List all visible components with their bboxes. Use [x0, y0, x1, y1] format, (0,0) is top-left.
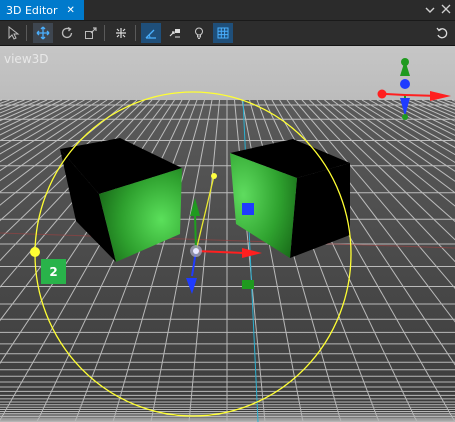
close-icon[interactable]	[441, 4, 451, 17]
focus-cross-icon[interactable]	[111, 23, 131, 43]
undo-icon[interactable]	[432, 23, 452, 43]
window-controls	[425, 0, 451, 20]
select-arrow-icon[interactable]	[3, 23, 23, 43]
selection-count-badge: 2	[41, 259, 66, 284]
scale-icon[interactable]	[81, 23, 101, 43]
grid-icon[interactable]	[213, 23, 233, 43]
sky-background	[0, 46, 455, 100]
viewport-toolbar	[0, 21, 455, 46]
viewport-3d[interactable]: view3D 2	[0, 46, 455, 422]
scene-canvas	[0, 46, 455, 422]
move-to-camera-icon[interactable]	[165, 23, 185, 43]
toolbar-separator	[104, 25, 105, 41]
move-arrows-icon[interactable]	[33, 23, 53, 43]
title-bar: 3D Editor ✕	[0, 0, 455, 21]
rotate-icon[interactable]	[57, 23, 77, 43]
close-icon[interactable]: ✕	[67, 5, 75, 16]
toolbar-separator	[135, 25, 136, 41]
tab-3d-editor[interactable]: 3D Editor ✕	[0, 0, 84, 20]
gizmo-handle[interactable]	[30, 247, 40, 257]
snap-angle-icon[interactable]	[141, 23, 161, 43]
chevron-down-icon[interactable]	[425, 4, 435, 17]
light-bulb-icon[interactable]	[189, 23, 209, 43]
toolbar-separator	[26, 25, 27, 41]
viewport-label: view3D	[4, 52, 49, 66]
tab-title: 3D Editor	[6, 3, 58, 17]
